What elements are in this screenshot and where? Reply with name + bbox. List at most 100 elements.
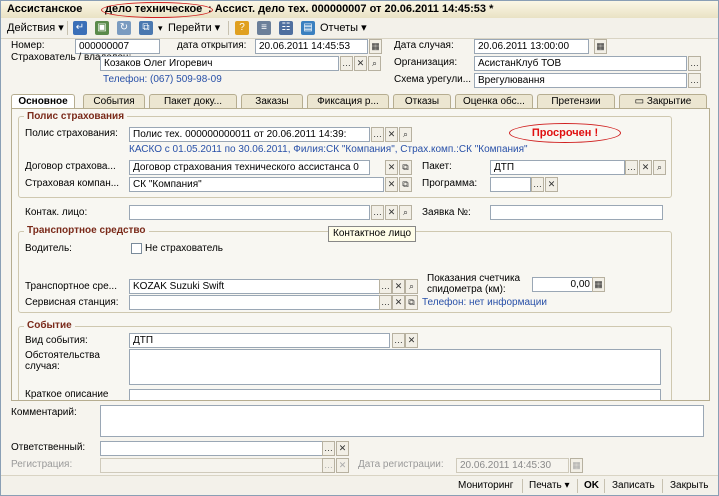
select-button[interactable]: … [379, 279, 392, 294]
odometer-field[interactable]: 0,00 [532, 277, 593, 292]
policy-group-title: Полис страхования [24, 111, 128, 123]
monitoring-button[interactable]: Мониторинг [458, 479, 513, 493]
tab-closing[interactable]: ▭ Закрытие [619, 94, 707, 108]
not-insured-checkbox[interactable] [131, 243, 142, 254]
open-date-field[interactable]: 20.06.2011 14:45:53 [255, 39, 368, 54]
select-button[interactable]: … [379, 295, 392, 310]
request-field[interactable] [490, 205, 663, 220]
tab-events[interactable]: События [83, 94, 145, 108]
clear-icon[interactable]: ✕ [639, 160, 652, 175]
tab-orders[interactable]: Заказы [241, 94, 303, 108]
closing-icon: ▭ [634, 96, 647, 107]
tab-refusals[interactable]: Отказы [393, 94, 451, 108]
search-icon[interactable]: ⌕ [399, 127, 412, 142]
open-icon[interactable]: ⧉ [399, 160, 412, 175]
insured-field[interactable]: Козаков Олег Игоревич [100, 56, 339, 71]
clear-icon[interactable]: ✕ [385, 205, 398, 220]
tab-main[interactable]: Основное [11, 94, 75, 109]
clear-icon[interactable]: ✕ [336, 441, 349, 456]
reports-menu[interactable]: Отчеты ▾ [320, 20, 367, 36]
copy-icon[interactable]: ⧉ [139, 21, 153, 35]
select-button[interactable]: … [688, 56, 701, 71]
calendar-icon[interactable]: ▦ [369, 39, 382, 54]
select-button[interactable]: … [625, 160, 638, 175]
calendar-icon[interactable]: ▦ [594, 39, 607, 54]
search-icon[interactable]: ⌕ [653, 160, 666, 175]
company-field[interactable]: СК "Компания" [129, 177, 384, 192]
vehicle-field[interactable]: KOZAK Suzuki Swift [129, 279, 380, 294]
search-icon[interactable]: ⌕ [368, 56, 381, 71]
service-station-field[interactable] [129, 295, 380, 310]
search-icon[interactable]: ⌕ [399, 205, 412, 220]
clear-icon[interactable]: ✕ [392, 279, 405, 294]
company-label: Страховая компан... [25, 178, 120, 189]
select-button[interactable]: … [371, 205, 384, 220]
tab-claims[interactable]: Претензии [537, 94, 615, 108]
request-label: Заявка №: [422, 207, 471, 218]
organization-field[interactable]: АсистанКлуб ТОВ [474, 56, 687, 71]
policy-info-link[interactable]: КАСКО с 01.05.2011 по 30.06.2011, Филия:… [129, 144, 528, 156]
close-button[interactable]: Закрыть [670, 479, 709, 493]
clear-icon[interactable]: ✕ [545, 177, 558, 192]
tab-documents[interactable]: Пакет доку... [149, 94, 237, 108]
post-and-close-icon[interactable]: ↵ [73, 21, 87, 35]
ok-button[interactable]: OK [584, 479, 599, 493]
refresh-icon[interactable]: ↻ [117, 21, 131, 35]
tab-assessment[interactable]: Оценка обс... [455, 94, 533, 108]
select-button[interactable]: … [531, 177, 544, 192]
clear-icon[interactable]: ✕ [385, 160, 398, 175]
service-phone-link[interactable]: Телефон: нет информации [422, 297, 547, 309]
phone-link[interactable]: Телефон: (067) 509-98-09 [103, 74, 222, 86]
title-bar: Ассистанское дело техническое : Ассист. … [1, 1, 718, 19]
open-date-label: дата открытия: [177, 40, 247, 51]
save-icon[interactable]: ▣ [95, 21, 109, 35]
program-label: Программа: [422, 178, 478, 189]
document-window: Ассистанское дело техническое : Ассист. … [0, 0, 719, 496]
calculator-icon[interactable]: ▦ [592, 277, 605, 292]
print-button[interactable]: Печать ▾ [529, 479, 570, 493]
program-field[interactable] [490, 177, 531, 192]
clear-icon[interactable]: ✕ [385, 127, 398, 142]
short-description-field[interactable] [129, 389, 661, 400]
responsible-field[interactable] [100, 441, 323, 456]
save-button[interactable]: Записать [612, 479, 655, 493]
organization-label: Организация: [394, 57, 458, 68]
case-date-label: Дата случая: [394, 40, 454, 51]
select-button[interactable]: … [688, 73, 701, 88]
contact-field[interactable] [129, 205, 370, 220]
actions-menu[interactable]: Действия ▾ [7, 20, 64, 36]
goto-menu[interactable]: Перейти ▾ [168, 20, 220, 36]
package-field[interactable]: ДТП [490, 160, 625, 175]
list-icon[interactable]: ≡ [257, 21, 271, 35]
tab-fixation[interactable]: Фиксация р... [307, 94, 389, 108]
help-icon[interactable]: ? [235, 21, 249, 35]
contract-label: Договор страхова... [25, 161, 116, 172]
clear-icon[interactable]: ✕ [354, 56, 367, 71]
circumstances-label: Обстоятельства случая: [25, 350, 100, 372]
contract-field[interactable]: Договор страхования технического ассиста… [129, 160, 370, 175]
scheme-field[interactable]: Врегулювання [474, 73, 687, 88]
clear-icon[interactable]: ✕ [405, 333, 418, 348]
main-panel: Полис страхования Полис страхования: Пол… [11, 108, 710, 401]
reports-icon[interactable]: ▤ [301, 21, 315, 35]
clear-icon: ✕ [336, 458, 349, 473]
select-button[interactable]: … [340, 56, 353, 71]
clear-icon[interactable]: ✕ [392, 295, 405, 310]
open-icon[interactable]: ⧉ [399, 177, 412, 192]
open-icon[interactable]: ⧉ [405, 295, 418, 310]
policy-label: Полис страхования: [25, 128, 118, 139]
copy-dropdown-icon[interactable]: ▾ [158, 20, 163, 36]
search-icon[interactable]: ⌕ [405, 279, 418, 294]
circumstances-field[interactable] [129, 349, 661, 385]
policy-field[interactable]: Полис тех. 000000000011 от 20.06.2011 14… [129, 127, 370, 142]
select-button[interactable]: … [322, 441, 335, 456]
structure-icon[interactable]: ☷ [279, 21, 293, 35]
select-button[interactable]: … [392, 333, 405, 348]
registration-date-label: Дата регистрации: [358, 459, 444, 470]
select-button[interactable]: … [371, 127, 384, 142]
case-date-field[interactable]: 20.06.2011 13:00:00 [474, 39, 589, 54]
comment-label: Комментарий: [11, 407, 77, 418]
comment-field[interactable] [100, 405, 704, 437]
event-type-field[interactable]: ДТП [129, 333, 390, 348]
clear-icon[interactable]: ✕ [385, 177, 398, 192]
